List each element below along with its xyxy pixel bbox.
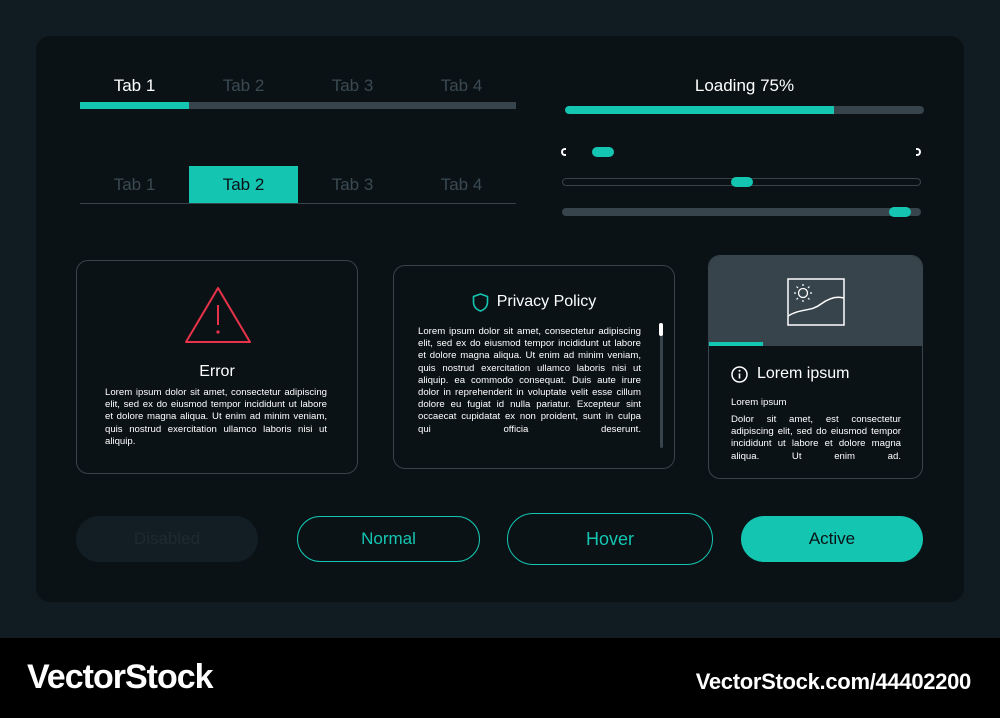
watermark-footer: VectorStock VectorStock.com/44402200 (0, 638, 1000, 718)
tab-2[interactable]: Tab 2 (189, 166, 298, 203)
progress-fill (565, 106, 835, 114)
tab-4[interactable]: Tab 4 (407, 166, 516, 203)
normal-button[interactable]: Normal (297, 516, 480, 562)
info-card: Lorem ipsum Lorem ipsum Dolor sit amet, … (708, 255, 923, 479)
loading-label: Loading 75% (694, 76, 795, 95)
tab-4[interactable]: Tab 4 (407, 76, 516, 96)
error-message: Lorem ipsum dolor sit amet, consectetur … (105, 387, 327, 447)
error-title: Error (199, 363, 235, 380)
info-header: Lorem ipsum (731, 364, 849, 384)
slider-outlined[interactable] (562, 177, 921, 187)
slider-handle[interactable] (889, 207, 911, 217)
loading-progress-bar (565, 106, 924, 114)
slider-handle[interactable] (592, 147, 614, 157)
slider-start-cap (561, 148, 566, 156)
error-card: Error Lorem ipsum dolor sit amet, consec… (76, 260, 358, 474)
brand-logo: VectorStock (27, 658, 214, 696)
tab-bar-underline: Tab 1 Tab 2 Tab 3 Tab 4 (80, 72, 516, 110)
brand-url: VectorStock.com/44402200 (695, 669, 972, 694)
slider-end-cap (916, 148, 921, 156)
tab-baseline (80, 203, 516, 204)
privacy-header: Privacy Policy (394, 292, 674, 312)
active-button[interactable]: Active (741, 516, 923, 562)
tab-3[interactable]: Tab 3 (298, 166, 407, 203)
tab-1[interactable]: Tab 1 (80, 76, 189, 96)
landscape-image-icon (787, 278, 845, 326)
privacy-text: Lorem ipsum dolor sit amet, consectetur … (418, 326, 641, 435)
tab-active-indicator (80, 102, 189, 109)
info-subtitle: Lorem ipsum (731, 397, 787, 408)
disabled-button: Disabled (76, 516, 258, 562)
slider-capped[interactable] (561, 147, 921, 157)
tab-1[interactable]: Tab 1 (80, 166, 189, 203)
privacy-policy-card: Privacy Policy Lorem ipsum dolor sit ame… (393, 265, 675, 469)
slider-filled[interactable] (562, 207, 921, 217)
scrollbar-track[interactable] (660, 324, 663, 448)
shield-icon (472, 292, 489, 312)
privacy-title: Privacy Policy (496, 293, 597, 310)
tab-2[interactable]: Tab 2 (189, 76, 298, 96)
warning-triangle-icon (185, 287, 251, 343)
tab-3[interactable]: Tab 3 (298, 76, 407, 96)
info-circle-icon (731, 365, 748, 383)
image-placeholder (709, 256, 922, 346)
slider-handle[interactable] (731, 177, 753, 187)
info-progress-accent (709, 342, 763, 346)
scrollbar-thumb[interactable] (659, 323, 663, 336)
slider-rail (562, 208, 921, 216)
tab-bar-filled: Tab 1 Tab 2 Tab 3 Tab 4 (80, 166, 516, 204)
hover-button[interactable]: Hover (507, 513, 713, 565)
info-title: Lorem ipsum (757, 365, 850, 382)
info-text: Dolor sit amet, est consectetur adipisci… (731, 414, 901, 462)
